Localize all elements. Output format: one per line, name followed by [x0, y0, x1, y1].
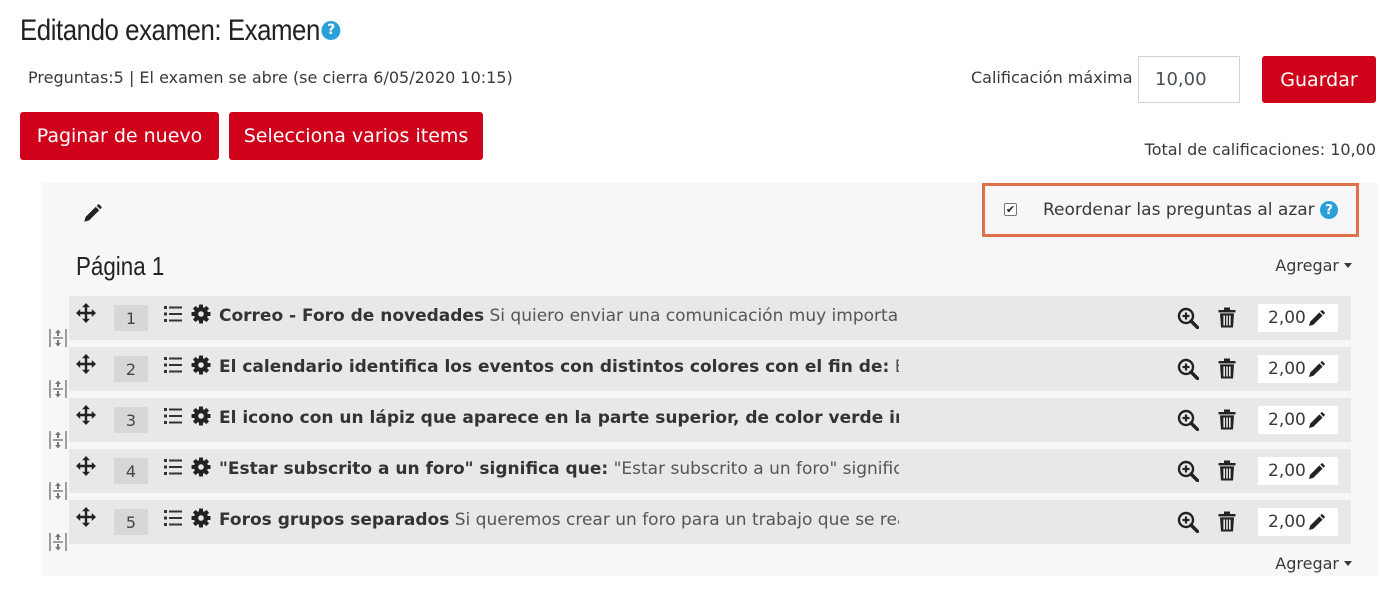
question-mark-value: 2,00: [1268, 512, 1306, 532]
page-title-text: Editando examen: Examen: [20, 14, 320, 47]
question-snippet: "Estar subscrito a un foro" significa qu…: [613, 459, 899, 479]
zoom-in-icon[interactable]: [1177, 409, 1199, 431]
question-max-mark[interactable]: 2,00: [1258, 508, 1338, 536]
zoom-in-icon[interactable]: [1177, 307, 1199, 329]
total-grades: Total de calificaciones: 10,00: [1144, 140, 1376, 159]
pencil-icon[interactable]: [1307, 461, 1327, 481]
list-icon: [164, 357, 182, 373]
max-grade-input[interactable]: [1138, 56, 1240, 103]
page-break-icon[interactable]: [49, 379, 67, 399]
pencil-icon[interactable]: [1307, 308, 1327, 328]
trash-icon[interactable]: [1218, 460, 1236, 481]
gear-icon[interactable]: [191, 406, 211, 426]
move-icon[interactable]: [76, 303, 96, 323]
question-max-mark[interactable]: 2,00: [1258, 406, 1338, 434]
page-break-icon[interactable]: [49, 430, 67, 450]
caret-down-icon: [1344, 263, 1352, 268]
page-break-icon[interactable]: [49, 532, 67, 552]
shuffle-help-icon[interactable]: ?: [1320, 201, 1338, 219]
quiz-summary: Preguntas:5 | El examen se abre (se cier…: [28, 68, 513, 87]
question-mark-value: 2,00: [1268, 410, 1306, 430]
question-mark-value: 2,00: [1268, 359, 1306, 379]
add-menu-label: Agregar: [1275, 554, 1339, 573]
add-menu-label: Agregar: [1275, 256, 1339, 275]
zoom-in-icon[interactable]: [1177, 460, 1199, 482]
trash-icon[interactable]: [1218, 307, 1236, 328]
question-text[interactable]: Correo - Foro de novedades Si quiero env…: [219, 306, 899, 326]
gear-icon[interactable]: [191, 508, 211, 528]
question-number: 3: [114, 407, 148, 433]
question-max-mark[interactable]: 2,00: [1258, 457, 1338, 485]
question-snippet: El calendar...: [895, 357, 899, 377]
gear-icon[interactable]: [191, 355, 211, 375]
move-icon[interactable]: [76, 456, 96, 476]
page-break-icon[interactable]: [49, 481, 67, 501]
help-icon[interactable]: ?: [321, 20, 341, 40]
question-text[interactable]: "Estar subscrito a un foro" significa qu…: [219, 459, 899, 479]
gear-icon[interactable]: [191, 457, 211, 477]
move-icon[interactable]: [76, 507, 96, 527]
question-text[interactable]: Foros grupos separados Si queremos crear…: [219, 510, 899, 530]
page-break-icon[interactable]: [49, 328, 67, 348]
gear-icon[interactable]: [191, 304, 211, 324]
select-multiple-button[interactable]: Selecciona varios items: [229, 112, 483, 160]
pencil-icon[interactable]: [1307, 410, 1327, 430]
question-name: El icono con un lápiz que aparece en la …: [219, 408, 899, 428]
question-text[interactable]: El icono con un lápiz que aparece en la …: [219, 408, 899, 428]
question-mark-value: 2,00: [1268, 461, 1306, 481]
question-text[interactable]: El calendario identifica los eventos con…: [219, 357, 899, 377]
question-slot: 2 El calendario identifica los eventos c…: [69, 347, 1351, 391]
question-name: "Estar subscrito a un foro" significa qu…: [219, 459, 609, 479]
question-number: 5: [114, 509, 148, 535]
question-slot: 1 Correo - Foro de novedades Si quiero e…: [69, 296, 1351, 340]
move-icon[interactable]: [76, 354, 96, 374]
page-title: Editando examen: Examen?: [20, 14, 341, 48]
question-name: Correo - Foro de novedades: [219, 306, 485, 326]
question-slot: 4 "Estar subscrito a un foro" significa …: [69, 449, 1351, 493]
trash-icon[interactable]: [1218, 511, 1236, 532]
max-grade-label: Calificación máxima: [971, 68, 1133, 87]
list-icon: [164, 459, 182, 475]
trash-icon[interactable]: [1218, 358, 1236, 379]
question-name: El calendario identifica los eventos con…: [219, 357, 890, 377]
zoom-in-icon[interactable]: [1177, 511, 1199, 533]
trash-icon[interactable]: [1218, 409, 1236, 430]
shuffle-checkbox[interactable]: ✔: [1004, 203, 1017, 216]
pencil-icon[interactable]: [1307, 359, 1327, 379]
caret-down-icon: [1344, 561, 1352, 566]
page-heading: Página 1: [76, 251, 165, 281]
save-button[interactable]: Guardar: [1262, 56, 1376, 103]
list-icon: [164, 306, 182, 322]
quiz-edit-page: Editando examen: Examen? Preguntas:5 | E…: [0, 0, 1400, 598]
add-menu-bottom[interactable]: Agregar: [1275, 554, 1352, 573]
question-number: 2: [114, 356, 148, 382]
pencil-icon[interactable]: [81, 203, 103, 225]
pencil-icon[interactable]: [1307, 512, 1327, 532]
question-number: 4: [114, 458, 148, 484]
shuffle-label: Reordenar las preguntas al azar: [1043, 200, 1315, 220]
repaginate-button[interactable]: Paginar de nuevo: [20, 112, 219, 160]
question-name: Foros grupos separados: [219, 510, 450, 530]
list-icon: [164, 408, 182, 424]
question-max-mark[interactable]: 2,00: [1258, 304, 1338, 332]
question-snippet: Si queremos crear un foro para un trabaj…: [454, 510, 899, 530]
question-slot: 3 El icono con un lápiz que aparece en l…: [69, 398, 1351, 442]
question-number: 1: [114, 305, 148, 331]
question-max-mark[interactable]: 2,00: [1258, 355, 1338, 383]
zoom-in-icon[interactable]: [1177, 358, 1199, 380]
move-icon[interactable]: [76, 405, 96, 425]
question-slot: 5 Foros grupos separados Si queremos cre…: [69, 500, 1351, 544]
add-menu-top[interactable]: Agregar: [1275, 256, 1352, 275]
list-icon: [164, 510, 182, 526]
question-snippet: Si quiero enviar una comunicación muy im…: [489, 306, 899, 326]
question-mark-value: 2,00: [1268, 308, 1306, 328]
